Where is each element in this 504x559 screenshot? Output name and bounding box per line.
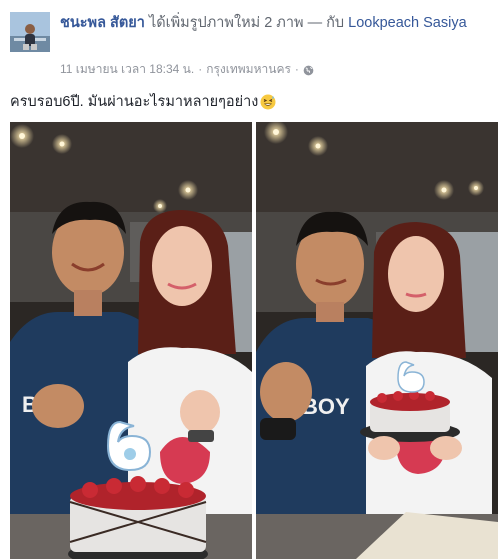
- post-caption: ครบรอบ6ปี. มันผ่านอะไรมาหลายๆอย่าง: [10, 92, 276, 112]
- meta-separator-2: ·: [294, 62, 299, 76]
- facebook-post: ชนะพล สัตยา ได้เพิ่มรูปภาพใหม่ 2 ภาพ — ก…: [0, 0, 504, 559]
- author-name-link[interactable]: ชนะพล สัตยา: [60, 15, 145, 31]
- post-action-text: ได้เพิ่มรูปภาพใหม่ 2 ภาพ — กับ: [148, 15, 345, 31]
- grinning-sweat-emoji-icon: [260, 94, 276, 110]
- post-header: ชนะพล สัตยา ได้เพิ่มรูปภาพใหม่ 2 ภาพ — ก…: [60, 12, 500, 34]
- meta-separator: ·: [198, 62, 203, 76]
- photo-1[interactable]: BOY: [10, 122, 252, 559]
- globe-icon[interactable]: [303, 64, 314, 75]
- tagged-person-link[interactable]: Lookpeach Sasiya: [348, 15, 467, 31]
- post-meta: 11 เมษายน เวลา 18:34 น. · กรุงเทพมหานคร …: [60, 61, 314, 77]
- location-link[interactable]: กรุงเทพมหานคร: [206, 61, 291, 77]
- post-timestamp-link[interactable]: 11 เมษายน เวลา 18:34 น.: [60, 61, 194, 77]
- caption-text: ครบรอบ6ปี. มันผ่านอะไรมาหลายๆอย่าง: [10, 94, 259, 110]
- author-avatar[interactable]: [10, 12, 50, 52]
- photo-2[interactable]: BOY: [256, 122, 498, 559]
